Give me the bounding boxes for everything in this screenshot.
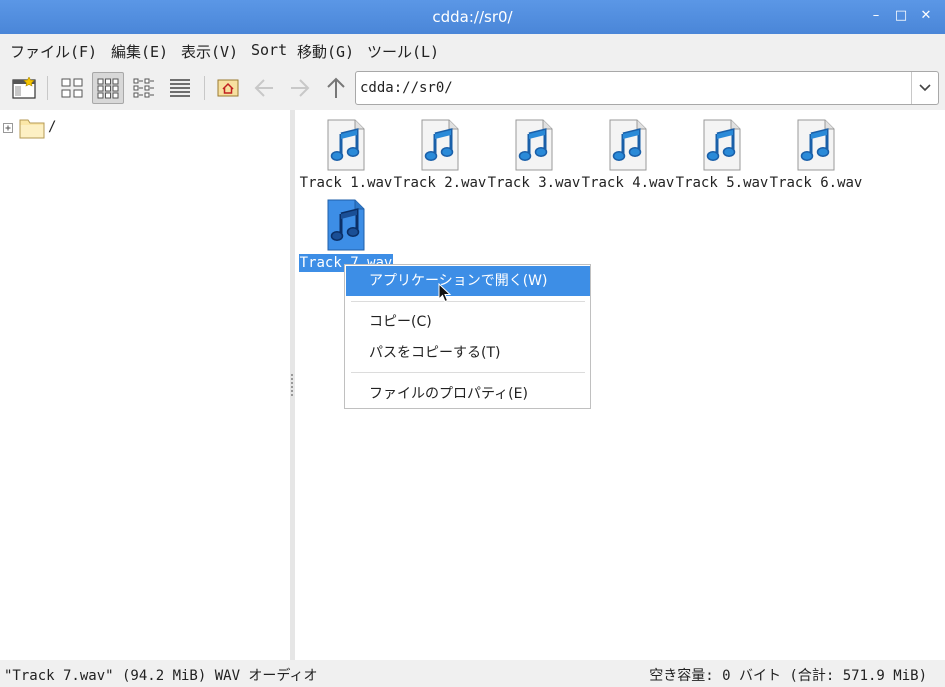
- up-button[interactable]: [320, 72, 352, 104]
- audio-file-icon: [327, 199, 365, 251]
- audio-file-icon: [703, 119, 741, 171]
- audio-file-icon: [515, 119, 553, 171]
- audio-file-icon: [797, 119, 835, 171]
- compact-view-button[interactable]: [128, 72, 160, 104]
- file-name: Track 6.wav: [769, 175, 863, 191]
- menu-separator: [351, 301, 585, 302]
- menu-sort[interactable]: Sort: [251, 41, 287, 59]
- menu-edit[interactable]: 編集(E): [111, 41, 168, 62]
- arrow-right-icon: [291, 79, 310, 97]
- arrow-up-icon: [327, 77, 345, 98]
- window-title: cdda://sr0/: [432, 8, 513, 26]
- splitter-grip: [291, 390, 293, 392]
- file-name: Track 2.wav: [393, 175, 487, 191]
- forward-button[interactable]: [284, 72, 316, 104]
- menu-item-open-with[interactable]: アプリケーションで開く(W): [346, 266, 590, 296]
- file-item[interactable]: Track 3.wav: [487, 113, 581, 193]
- chevron-down-icon: [919, 84, 931, 92]
- file-item[interactable]: Track 6.wav: [769, 113, 863, 193]
- file-item[interactable]: Track 5.wav: [675, 113, 769, 193]
- path-dropdown-button[interactable]: [911, 72, 938, 104]
- toolbar-separator: [47, 76, 48, 100]
- thumbnail-view-button[interactable]: [92, 72, 124, 104]
- status-free-space: 空き容量: 0 バイト (合計: 571.9 MiB): [649, 668, 927, 684]
- splitter-grip: [291, 378, 293, 380]
- icon-view-icon: [61, 78, 83, 98]
- tree-root-label[interactable]: /: [48, 119, 56, 135]
- expand-icon[interactable]: [3, 123, 13, 133]
- menu-item-copy-path[interactable]: パスをコピーする(T): [346, 338, 590, 368]
- menu-file[interactable]: ファイル(F): [10, 41, 97, 62]
- menu-item-properties[interactable]: ファイルのプロパティ(E): [346, 379, 590, 409]
- back-button[interactable]: [248, 72, 280, 104]
- toolbar-separator: [204, 76, 205, 100]
- file-item-selected[interactable]: Track 7.wav: [299, 193, 393, 273]
- title-bar: cdda://sr0/ – □ ✕: [0, 0, 945, 34]
- splitter-grip: [291, 382, 293, 384]
- new-window-button[interactable]: [8, 72, 40, 104]
- list-view-icon: [170, 79, 190, 97]
- path-bar: [355, 71, 939, 105]
- minimize-icon[interactable]: –: [866, 6, 886, 26]
- file-name: Track 1.wav: [299, 175, 393, 191]
- file-item[interactable]: Track 1.wav: [299, 113, 393, 193]
- menu-view[interactable]: 表示(V): [181, 41, 238, 62]
- file-item[interactable]: Track 4.wav: [581, 113, 675, 193]
- file-name: Track 4.wav: [581, 175, 675, 191]
- status-selection-info: "Track 7.wav" (94.2 MiB) WAV オーディオ: [4, 668, 318, 684]
- cursor-icon: [438, 283, 452, 303]
- file-name: Track 5.wav: [675, 175, 769, 191]
- menu-tools[interactable]: ツール(L): [367, 41, 439, 62]
- menu-bar: ファイル(F) 編集(E) 表示(V) Sort 移動(G) ツール(L): [0, 34, 945, 66]
- menu-item-copy[interactable]: コピー(C): [346, 307, 590, 337]
- thumbnail-view-icon: [97, 78, 119, 99]
- detailed-list-view-button[interactable]: [164, 72, 196, 104]
- icon-view-button[interactable]: [56, 72, 88, 104]
- file-name: Track 3.wav: [487, 175, 581, 191]
- maximize-icon[interactable]: □: [891, 6, 911, 26]
- new-window-icon: [12, 77, 36, 99]
- audio-file-icon: [327, 119, 365, 171]
- directory-tree: /: [0, 110, 290, 660]
- audio-file-icon: [421, 119, 459, 171]
- home-icon: [217, 79, 239, 97]
- file-item[interactable]: Track 2.wav: [393, 113, 487, 193]
- splitter-grip: [291, 394, 293, 396]
- folder-icon[interactable]: [19, 117, 45, 139]
- splitter-grip: [291, 374, 293, 376]
- splitter-grip: [291, 386, 293, 388]
- path-input[interactable]: [360, 78, 900, 98]
- menu-separator: [351, 372, 585, 373]
- home-button[interactable]: [212, 72, 244, 104]
- audio-file-icon: [609, 119, 647, 171]
- close-icon[interactable]: ✕: [916, 6, 936, 26]
- context-menu: アプリケーションで開く(W) コピー(C) パスをコピーする(T) ファイルのプ…: [344, 264, 591, 409]
- compact-view-icon: [133, 78, 154, 98]
- menu-go[interactable]: 移動(G): [297, 41, 354, 62]
- arrow-left-icon: [254, 79, 273, 97]
- status-bar: "Track 7.wav" (94.2 MiB) WAV オーディオ 空き容量:…: [0, 660, 945, 687]
